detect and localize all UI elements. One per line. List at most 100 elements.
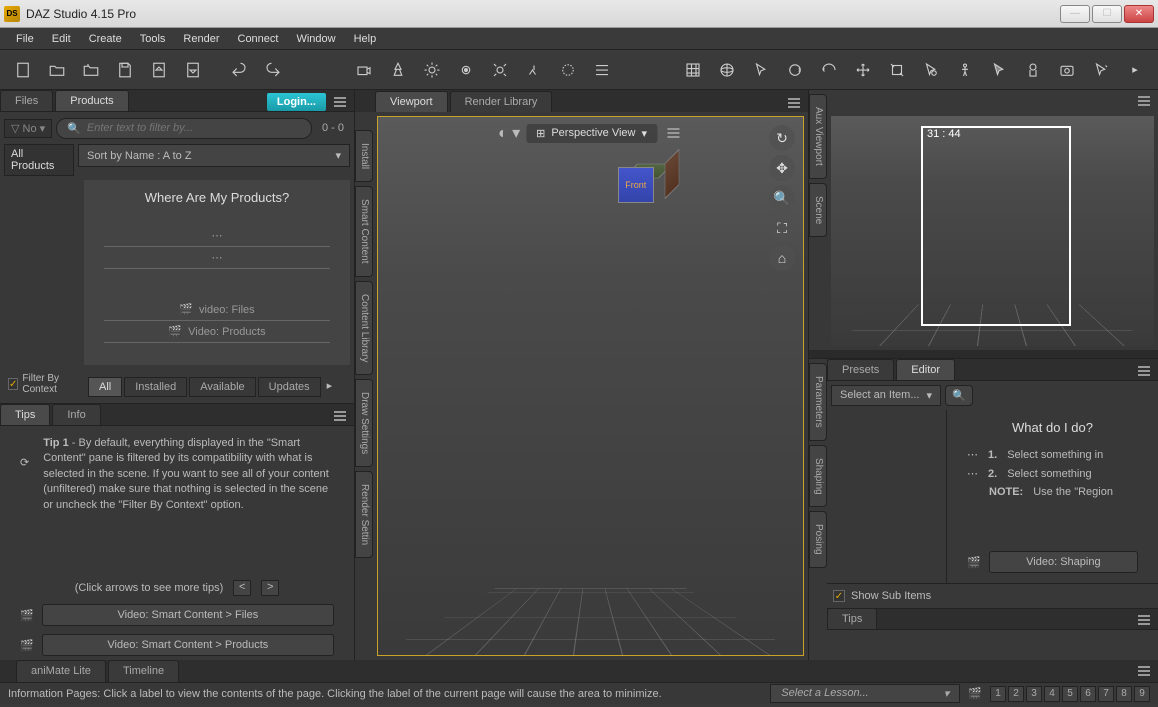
orbit-tool-icon[interactable] [814,55,844,85]
side-tab-smart-content[interactable]: Smart Content [355,186,373,276]
menu-tools[interactable]: Tools [132,31,174,47]
primitive-icon[interactable] [553,55,583,85]
reset-control-icon[interactable]: ⌂ [769,245,795,271]
tab-editor[interactable]: Editor [896,359,955,380]
tab-files[interactable]: Files [0,90,53,111]
video-link-products[interactable]: Video: Smart Content > Products [42,634,334,656]
menu-create[interactable]: Create [81,31,130,47]
menu-window[interactable]: Window [288,31,343,47]
orbit-control-icon[interactable]: ↻ [769,125,795,151]
lesson-dropdown[interactable]: Select a Lesson...▾ [770,684,960,703]
distant-light-icon[interactable] [417,55,447,85]
menu-help[interactable]: Help [346,31,385,47]
select-item-dropdown[interactable]: Select an Item...▾ [831,385,941,406]
page-3[interactable]: 3 [1026,686,1042,702]
aux-viewport[interactable]: 31 : 44 [831,116,1154,346]
lesson-video-icon[interactable]: 🎬 [968,687,982,700]
tab-tips-right[interactable]: Tips [827,608,877,629]
sort-dropdown[interactable]: Sort by Name : A to Z▾ [78,144,350,167]
viewport-options-icon[interactable] [663,124,683,142]
filter-input-field[interactable] [87,122,301,134]
side-tab-aux-viewport[interactable]: Aux Viewport [809,94,827,179]
pan-control-icon[interactable]: ✥ [769,155,795,181]
close-button[interactable]: ✕ [1124,5,1154,23]
pose-tool-icon[interactable] [950,55,980,85]
panel-menu-icon[interactable] [330,93,350,111]
menu-edit[interactable]: Edit [44,31,79,47]
tips-prev-button[interactable]: < [233,580,251,596]
side-tab-scene[interactable]: Scene [809,183,827,237]
grid-icon[interactable] [678,55,708,85]
camera-add-icon[interactable] [349,55,379,85]
show-sub-items-checkbox[interactable]: Show Sub Items [827,583,1158,608]
tab-viewport[interactable]: Viewport [375,91,448,112]
video-link-files[interactable]: Video: Smart Content > Files [42,604,334,626]
video-shaping-link[interactable]: Video: Shaping [989,551,1138,573]
surface-tool-icon[interactable] [984,55,1014,85]
side-tab-parameters[interactable]: Parameters [809,363,827,441]
undo-icon[interactable] [224,55,254,85]
page-6[interactable]: 6 [1080,686,1096,702]
filter-type-dropdown[interactable]: ▽ No ▾ [4,119,52,138]
video-products-row[interactable]: 🎬Video: Products [104,321,330,343]
filter-search-input[interactable]: 🔍 [56,118,312,139]
toolbar-arrow-icon[interactable]: ▸ [1120,55,1150,85]
import-icon[interactable] [144,55,174,85]
universal-tool-icon[interactable] [916,55,946,85]
frame-control-icon[interactable]: ⛶ [769,215,795,241]
bottom-menu-icon[interactable] [1134,662,1154,680]
spotlight-icon[interactable] [383,55,413,85]
tips-right-menu-icon[interactable] [1134,611,1154,629]
sphere-shading-icon[interactable]: ◐ ▾ [498,123,520,143]
side-tab-content-library[interactable]: Content Library [355,281,373,375]
page-9[interactable]: 9 [1134,686,1150,702]
filter-tab-installed[interactable]: Installed [124,377,187,397]
page-8[interactable]: 8 [1116,686,1132,702]
tab-tips[interactable]: Tips [0,404,50,425]
rotate-tool-icon[interactable] [780,55,810,85]
all-products-button[interactable]: All Products [4,144,74,176]
filter-tab-arrow-icon[interactable]: ▸ [323,377,337,397]
open-file-icon[interactable] [42,55,72,85]
menu-connect[interactable]: Connect [230,31,287,47]
side-tab-install[interactable]: Install [355,130,373,182]
scale-tool-icon[interactable] [882,55,912,85]
side-tab-posing[interactable]: Posing [809,511,827,568]
tab-presets[interactable]: Presets [827,359,894,380]
more-tools-icon[interactable] [1086,55,1116,85]
viewport-menu-icon[interactable] [784,94,804,112]
panel-splitter[interactable] [809,350,1158,358]
region-tool-icon[interactable] [1018,55,1048,85]
page-2[interactable]: 2 [1008,686,1024,702]
side-tab-draw-settings[interactable]: Draw Settings [355,379,373,467]
view-mode-dropdown[interactable]: ⊞ Perspective View ▾ [526,124,657,143]
filter-tab-updates[interactable]: Updates [258,377,321,397]
tab-timeline[interactable]: Timeline [108,660,179,682]
align-icon[interactable] [587,55,617,85]
editor-search-button[interactable]: 🔍 [945,385,973,406]
redo-icon[interactable] [258,55,288,85]
globe-icon[interactable] [712,55,742,85]
tab-info[interactable]: Info [52,404,100,425]
menu-file[interactable]: File [8,31,42,47]
selection-tool-icon[interactable] [746,55,776,85]
null-icon[interactable] [519,55,549,85]
linear-light-icon[interactable] [485,55,515,85]
new-file-icon[interactable] [8,55,38,85]
filter-tab-available[interactable]: Available [189,377,255,397]
video-files-link-2[interactable]: ⋯ [104,247,330,269]
video-files-row[interactable]: 🎬video: Files [104,299,330,321]
export-icon[interactable] [178,55,208,85]
video-files-link[interactable]: ⋯ [104,225,330,247]
point-light-icon[interactable] [451,55,481,85]
page-4[interactable]: 4 [1044,686,1060,702]
minimize-button[interactable]: — [1060,5,1090,23]
tips-next-button[interactable]: > [261,580,279,596]
view-cube[interactable]: Front [612,157,662,207]
side-tab-render-settings[interactable]: Render Settin [355,471,373,558]
tab-render-library[interactable]: Render Library [450,91,553,112]
aux-menu-icon[interactable] [1134,92,1154,110]
filter-tab-all[interactable]: All [88,377,122,397]
page-1[interactable]: 1 [990,686,1006,702]
spot-render-icon[interactable] [1052,55,1082,85]
